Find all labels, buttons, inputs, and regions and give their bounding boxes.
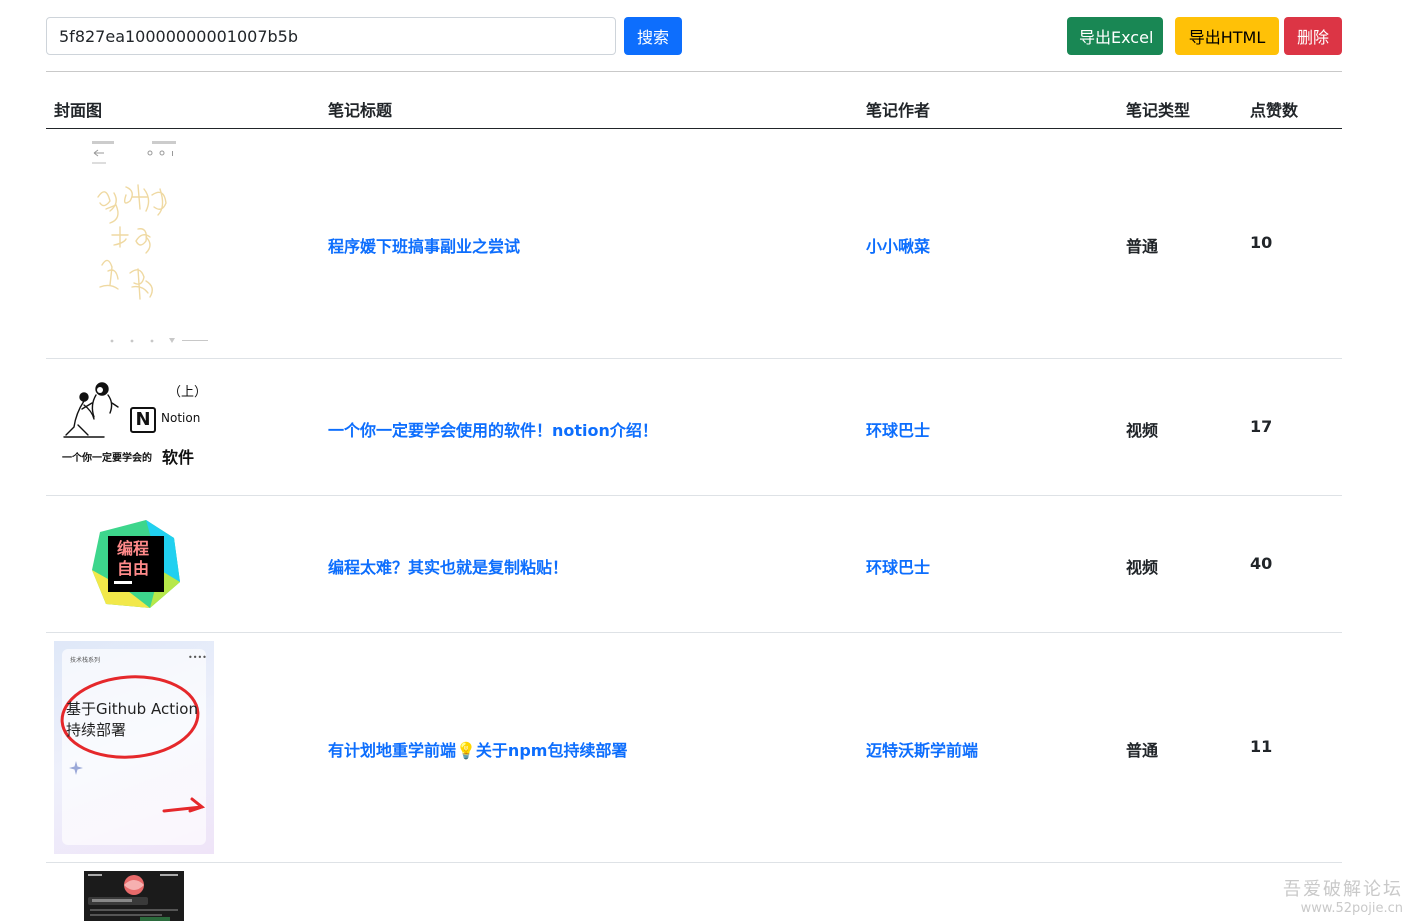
handwriting-cover-image xyxy=(86,137,216,351)
like-count: 40 xyxy=(1250,554,1273,573)
toolbar: 搜索 导出Excel 导出HTML 删除 xyxy=(46,17,1342,55)
table-row xyxy=(46,863,1342,921)
cover-image: （上） N Notion 一个你一定要学会的 软件 xyxy=(62,381,204,471)
red-arrow-icon xyxy=(162,797,206,813)
sparkle-icon xyxy=(69,761,83,775)
cover-image: 编程 自由 xyxy=(90,518,182,610)
note-type: 普通 xyxy=(1126,741,1159,760)
table-row: 程序媛下班搞事副业之尝试 小小啾菜 普通 10 xyxy=(46,129,1342,359)
note-author-link[interactable]: 环球巴士 xyxy=(866,554,930,578)
cover-image: 技术栈系列 •••• 基于Github Action 持续部署 xyxy=(54,641,214,854)
header-cover: 封面图 xyxy=(54,101,103,120)
notion-logo-icon: N xyxy=(130,407,156,433)
search-input[interactable] xyxy=(46,17,616,55)
cover-text-line1: 基于Github Action xyxy=(66,700,198,718)
note-type: 普通 xyxy=(1126,237,1159,256)
cover-caption-big: 软件 xyxy=(162,448,195,467)
cover-text-line2: 自由 xyxy=(117,559,150,578)
people-illustration-icon xyxy=(63,382,119,438)
notes-table: 封面图 笔记标题 笔记作者 笔记类型 点赞数 程序媛下班搞事副业之尝试 小小啾菜… xyxy=(46,88,1342,921)
watermark-url: www.52pojie.cn xyxy=(1300,901,1403,916)
header-author: 笔记作者 xyxy=(866,101,931,120)
note-title-link[interactable]: 一个你一定要学会使用的软件！notion介绍！ xyxy=(328,417,658,441)
note-author-link[interactable]: 环球巴士 xyxy=(866,417,930,441)
note-author-link[interactable]: 小小啾菜 xyxy=(866,233,930,257)
like-count: 10 xyxy=(1250,233,1273,252)
search-button[interactable]: 搜索 xyxy=(624,17,682,55)
header-type: 笔记类型 xyxy=(1126,101,1191,120)
table-row: 技术栈系列 •••• 基于Github Action 持续部署 有计划地重学前端… xyxy=(46,633,1342,863)
table-row: 编程 自由 编程太难？其实也就是复制粘贴！ 环球巴士 视频 40 xyxy=(46,496,1342,633)
cover-text-top: （上） xyxy=(168,385,204,400)
cover-caption-small: 一个你一定要学会的 xyxy=(62,453,152,464)
cover-text-line2: 持续部署 xyxy=(66,721,127,739)
export-excel-button[interactable]: 导出Excel xyxy=(1067,17,1163,55)
note-title-link[interactable]: 编程太难？其实也就是复制粘贴！ xyxy=(328,554,568,578)
divider xyxy=(46,71,1342,72)
header-likes: 点赞数 xyxy=(1250,101,1299,120)
cover-text-brand: Notion xyxy=(161,411,201,425)
cover-header: 技术栈系列 xyxy=(70,657,101,664)
note-author-link[interactable]: 迈特沃斯学前端 xyxy=(866,737,978,761)
phone-screenshot-cover-icon xyxy=(88,874,178,921)
note-title-link[interactable]: 程序媛下班搞事副业之尝试 xyxy=(328,233,520,257)
cover-image xyxy=(84,871,184,921)
export-html-button[interactable]: 导出HTML xyxy=(1175,17,1279,55)
more-icon: •••• xyxy=(188,653,207,662)
note-title-link[interactable]: 有计划地重学前端💡关于npm包持续部署 xyxy=(328,737,627,761)
watermark: 吾爱破解论坛 www.52pojie.cn xyxy=(1283,875,1403,916)
table-row: （上） N Notion 一个你一定要学会的 软件 一个你一定要学会使用的软件！… xyxy=(46,359,1342,496)
like-count: 11 xyxy=(1250,737,1273,756)
note-type: 视频 xyxy=(1126,558,1159,577)
delete-button[interactable]: 删除 xyxy=(1284,17,1342,55)
table-header: 封面图 笔记标题 笔记作者 笔记类型 点赞数 xyxy=(46,88,1342,129)
note-type: 视频 xyxy=(1126,421,1159,440)
watermark-title: 吾爱破解论坛 xyxy=(1283,879,1403,900)
cover-image xyxy=(86,137,216,351)
like-count: 17 xyxy=(1250,417,1273,436)
header-title: 笔记标题 xyxy=(328,101,393,120)
cover-text-line1: 编程 xyxy=(117,539,150,558)
